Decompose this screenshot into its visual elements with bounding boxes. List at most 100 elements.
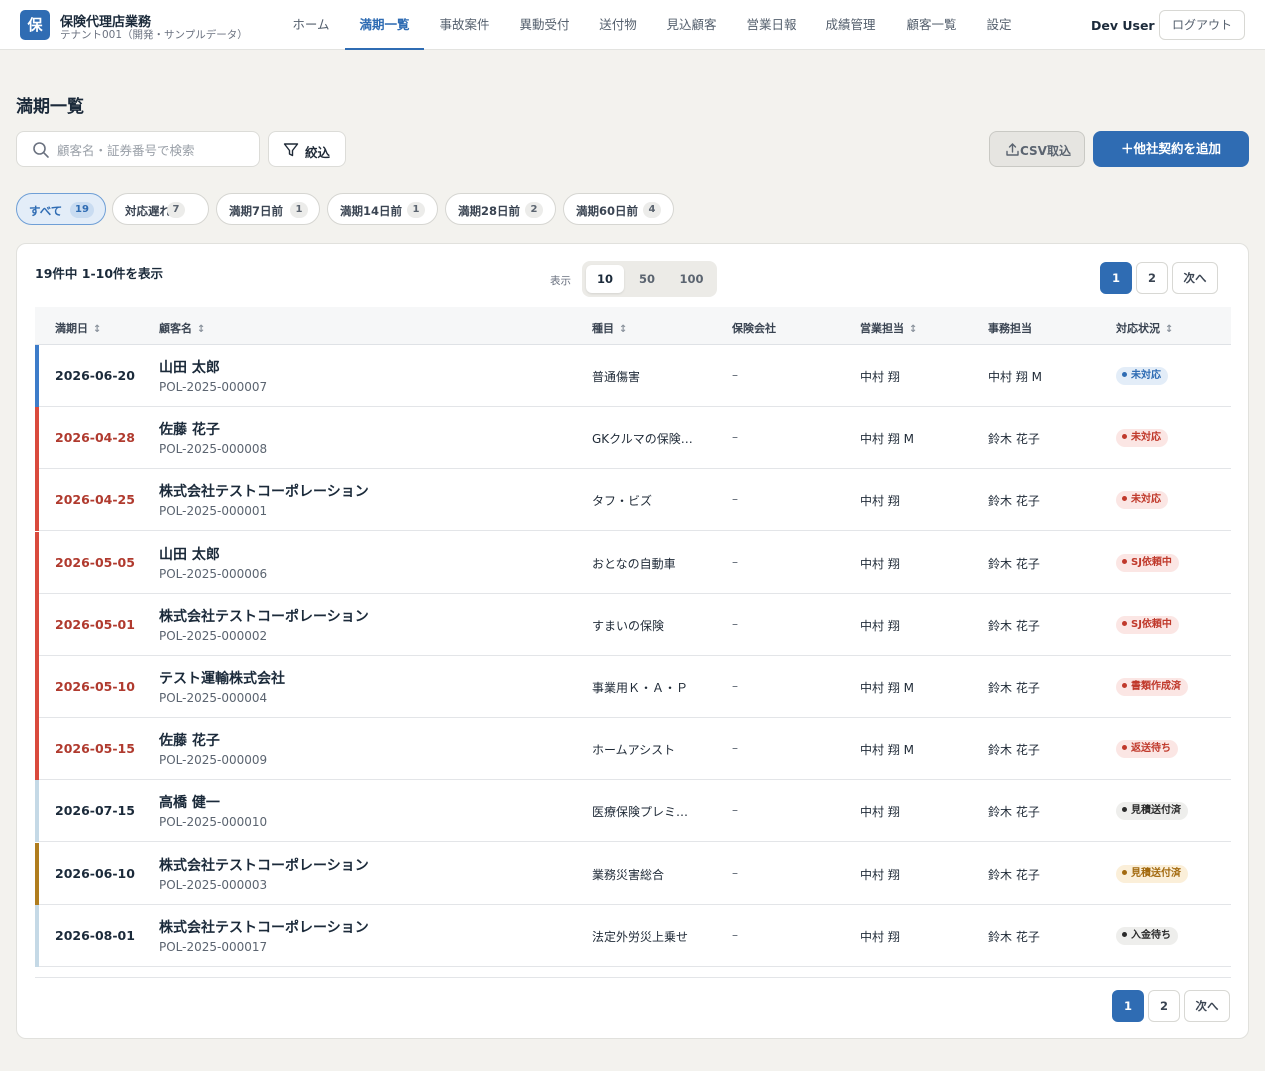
search-input[interactable] <box>57 140 252 160</box>
next-page-button[interactable]: 次へ <box>1172 262 1218 294</box>
app-logo[interactable]: 保 <box>20 10 50 40</box>
customer-name-link[interactable]: 株式会社テストコーポレーション <box>159 481 369 501</box>
table-row[interactable]: 2026-05-15 佐藤 花子 POL-2025-000009 ホームアシスト – 中村… <box>35 718 1231 781</box>
row-status-bar <box>35 593 39 656</box>
logout-button[interactable]: ログアウト <box>1159 10 1245 40</box>
table-row[interactable]: 2026-04-28 佐藤 花子 POL-2025-000008 GKクルマの保険… –… <box>35 407 1231 470</box>
per-page-option-10[interactable]: 10 <box>586 265 624 293</box>
insurance-type: タフ・ビズ <box>592 494 653 509</box>
status-dot-icon <box>1122 807 1127 813</box>
column-header-4[interactable]: 営業担当 ↕ <box>860 320 917 336</box>
sales-rep: 中村 翔 <box>860 494 900 509</box>
status-badge: 未対応 <box>1116 367 1168 385</box>
nav-item-9[interactable]: 設定 <box>986 0 1012 50</box>
customer-name-link[interactable]: 株式会社テストコーポレーション <box>159 917 369 937</box>
sort-icon[interactable]: ↕ <box>197 324 205 335</box>
page-title: 満期一覧 <box>16 97 84 117</box>
table-row[interactable]: 2026-05-01 株式会社テストコーポレーション POL-2025-000002… <box>35 593 1231 656</box>
status-dot-icon <box>1122 558 1127 564</box>
status-badge: 書類作成済 <box>1116 678 1188 696</box>
column-label: 種目 <box>592 322 614 335</box>
status-text: 見積送付済 <box>1131 867 1181 879</box>
table-row[interactable]: 2026-08-01 株式会社テストコーポレーション POL-2025-000017… <box>35 904 1231 967</box>
office-rep: 鈴木 花子 <box>988 432 1040 447</box>
sort-icon[interactable]: ↕ <box>619 324 627 335</box>
upload-icon <box>1006 143 1019 156</box>
status-text: SJ依頼中 <box>1131 556 1172 568</box>
filter-chip-5[interactable]: 満期60日前 4 <box>563 193 674 225</box>
filter-chip-0[interactable]: すべて 19 <box>16 193 106 225</box>
filter-icon <box>283 143 299 157</box>
row-status-bar <box>35 469 39 532</box>
csv-import-button[interactable]: CSV取込 <box>989 131 1085 167</box>
sort-icon[interactable]: ↕ <box>93 324 101 335</box>
status-badge: SJ依頼中 <box>1116 553 1179 572</box>
nav-item-8[interactable]: 顧客一覧 <box>906 0 957 50</box>
insurance-type: 医療保険プレミ… <box>592 805 689 820</box>
maturity-date: 2026-06-10 <box>55 865 135 881</box>
policy-number: POL-2025-000006 <box>159 566 268 581</box>
column-label: 事務担当 <box>988 322 1032 335</box>
next-page-button[interactable]: 次へ <box>1184 990 1230 1022</box>
maturity-date: 2026-05-15 <box>55 741 135 757</box>
sales-rep: 中村 翔 <box>860 929 900 944</box>
page-button-1[interactable]: 1 <box>1112 990 1144 1022</box>
customer-name-link[interactable]: テスト運輸株式会社 <box>159 668 285 688</box>
nav-item-3[interactable]: 異動受付 <box>519 0 570 50</box>
column-header-6[interactable]: 対応状況 ↕ <box>1116 320 1173 336</box>
table-row[interactable]: 2026-05-10 テスト運輸株式会社 POL-2025-000004 事業用Ｋ・Ａ… <box>35 656 1231 718</box>
column-header-3: 保険会社 <box>732 320 776 336</box>
row-status-bar <box>35 407 39 470</box>
table-row[interactable]: 2026-07-15 高橋 健一 POL-2025-000010 医療保険プレミ… – 中… <box>35 780 1231 843</box>
customer-name-link[interactable]: 山田 太郎 <box>159 357 220 377</box>
filter-button[interactable]: 絞込 <box>268 131 346 167</box>
table-row[interactable]: 2026-05-05 山田 太郎 POL-2025-000006 おとなの自動車 – 中村… <box>35 531 1231 594</box>
nav-item-6[interactable]: 営業日報 <box>746 0 797 50</box>
page-button-2[interactable]: 2 <box>1136 262 1168 294</box>
column-header-1[interactable]: 顧客名 ↕ <box>159 320 205 336</box>
nav-item-7[interactable]: 成績管理 <box>825 0 876 50</box>
filter-chip-4[interactable]: 満期28日前 2 <box>445 193 556 225</box>
column-header-0[interactable]: 満期日 ↕ <box>55 320 101 336</box>
sales-rep: 中村 翔 <box>860 370 900 384</box>
chip-label: 満期7日前 <box>229 204 284 218</box>
page-button-2[interactable]: 2 <box>1148 990 1180 1022</box>
customer-name-link[interactable]: 佐藤 花子 <box>159 419 220 439</box>
insurance-type: GKクルマの保険… <box>592 432 693 447</box>
filter-chip-1[interactable]: 対応遅れ 7 <box>112 193 209 225</box>
chip-label: すべて <box>29 204 63 218</box>
nav-item-2[interactable]: 事故案件 <box>439 0 490 50</box>
per-page-option-50[interactable]: 50 <box>628 265 666 293</box>
sort-icon[interactable]: ↕ <box>1165 324 1173 335</box>
maturity-date: 2026-05-05 <box>55 554 135 570</box>
page-button-1[interactable]: 1 <box>1100 262 1132 294</box>
add-external-contract-button[interactable]: ＋他社契約を追加 <box>1093 131 1249 167</box>
top-header: 保 保険代理店業務 テナント001（開発・サンプルデータ） ホーム 満期一覧 事故案… <box>0 0 1265 50</box>
filter-chip-3[interactable]: 満期14日前 1 <box>327 193 438 225</box>
filter-chip-2[interactable]: 満期7日前 1 <box>216 193 320 225</box>
table-row[interactable]: 2026-06-20 山田 太郎 POL-2025-000007 普通傷害 – 中村 翔 中… <box>35 345 1231 407</box>
status-text: 未対応 <box>1131 432 1161 444</box>
table-bottom-divider <box>35 977 1231 978</box>
table-row[interactable]: 2026-04-25 株式会社テストコーポレーション POL-2025-000001… <box>35 469 1231 532</box>
customer-name-link[interactable]: 高橋 健一 <box>159 792 220 812</box>
nav-item-4[interactable]: 送付物 <box>598 0 638 50</box>
customer-name-link[interactable]: 株式会社テストコーポレーション <box>159 855 369 875</box>
column-header-2[interactable]: 種目 ↕ <box>592 320 627 336</box>
policy-number: POL-2025-000003 <box>159 877 268 892</box>
tenant-label: テナント001（開発・サンプルデータ） <box>60 29 248 41</box>
nav-item-0[interactable]: ホーム <box>292 0 330 50</box>
customer-name-link[interactable]: 山田 太郎 <box>159 544 220 564</box>
sort-icon[interactable]: ↕ <box>909 324 917 335</box>
insurance-type: 事業用Ｋ・Ａ・Ｐ <box>592 681 689 695</box>
nav-item-1[interactable]: 満期一覧 <box>345 0 424 50</box>
status-dot-icon <box>1122 372 1127 377</box>
search-box[interactable] <box>16 131 260 167</box>
insurer: – <box>732 430 738 445</box>
table-row[interactable]: 2026-06-10 株式会社テストコーポレーション POL-2025-000003… <box>35 842 1231 905</box>
customer-name-link[interactable]: 佐藤 花子 <box>159 730 220 750</box>
per-page-option-100[interactable]: 100 <box>670 265 713 293</box>
chip-label: 満期60日前 <box>576 204 639 218</box>
nav-item-5[interactable]: 見込顧客 <box>666 0 717 50</box>
customer-name-link[interactable]: 株式会社テストコーポレーション <box>159 606 369 626</box>
